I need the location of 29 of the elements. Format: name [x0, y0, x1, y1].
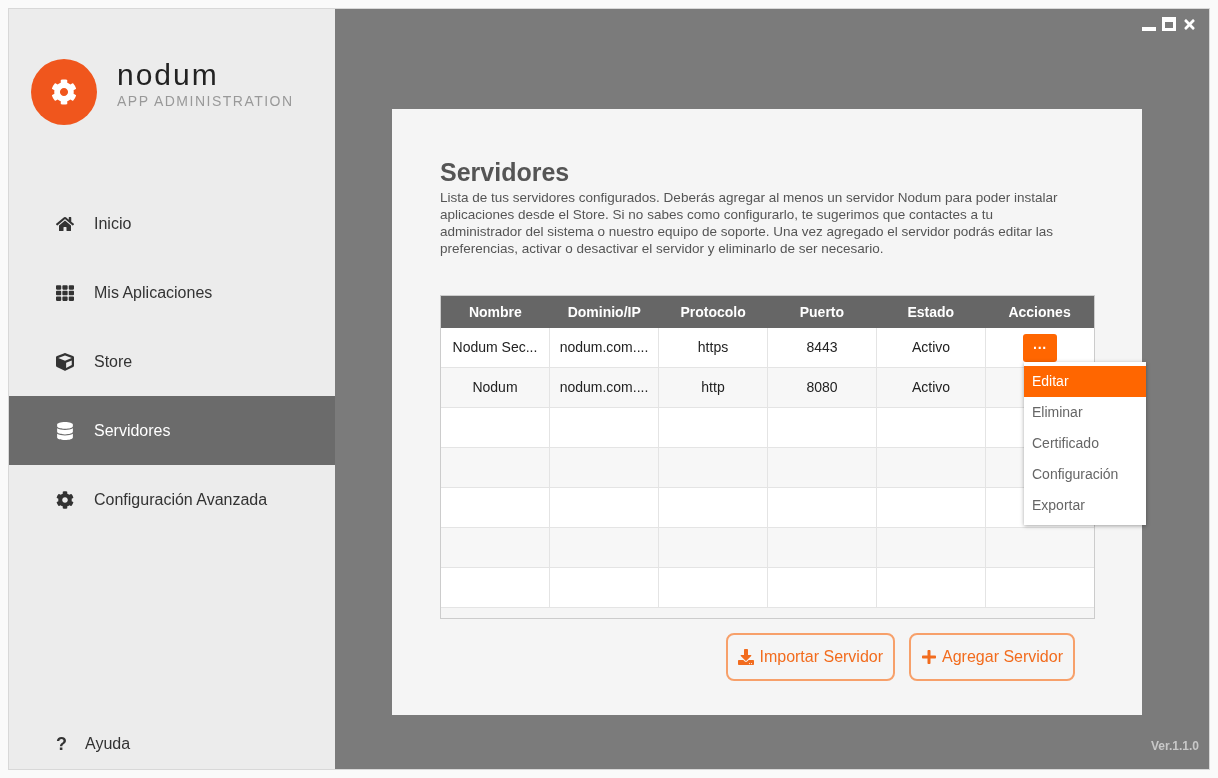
nav-item[interactable]: Configuración Avanzada — [9, 465, 335, 534]
database-icon — [56, 421, 74, 440]
maximize-icon[interactable] — [1162, 17, 1176, 31]
column-header: Protocolo — [679, 302, 747, 322]
menu-item[interactable]: Certificado — [1024, 428, 1146, 459]
menu-item[interactable]: Exportar — [1024, 490, 1146, 521]
page-title: Servidores — [440, 157, 571, 187]
nav-item[interactable]: Mis Aplicaciones — [9, 258, 335, 327]
menu-item[interactable]: Eliminar — [1024, 397, 1146, 428]
version-label: Ver.1.1.0 — [1150, 738, 1199, 755]
column-header: Dominio/IP — [566, 302, 642, 322]
nav-item[interactable]: Servidores — [9, 396, 335, 465]
column-header: Puerto — [798, 302, 846, 322]
cube-icon — [56, 352, 74, 371]
grid-icon — [56, 283, 74, 302]
download-icon — [738, 649, 755, 665]
brand-name: nodum — [117, 59, 220, 91]
column-header: Nombre — [467, 302, 523, 322]
page-description: Lista de tus servidores configurados. Deberás agregar al menos un servidor Nodum para poder instalar aplicaciones desde el Store. Si no sabes como configurarlo, te sugerimos que contactes a tu administrador del sistema o nuestro equipo de soporte. Una vez agregado el servidor podrás editar las preferencias, activar o desactivar el servidor y eliminarlo de ser necesario. — [440, 189, 1059, 257]
nav-item[interactable]: Store — [9, 327, 335, 396]
column-header: Estado — [906, 302, 956, 322]
brand-subtitle: APP ADMINISTRATION — [117, 92, 294, 111]
plus-icon — [921, 649, 938, 665]
gear-icon — [56, 490, 74, 509]
help-link[interactable]: ? Ayuda — [9, 719, 335, 769]
nav-item[interactable]: Inicio — [9, 189, 335, 258]
home-icon — [56, 214, 74, 233]
column-header: Acciones — [1007, 302, 1072, 322]
menu-item[interactable]: Configuración — [1024, 459, 1146, 490]
